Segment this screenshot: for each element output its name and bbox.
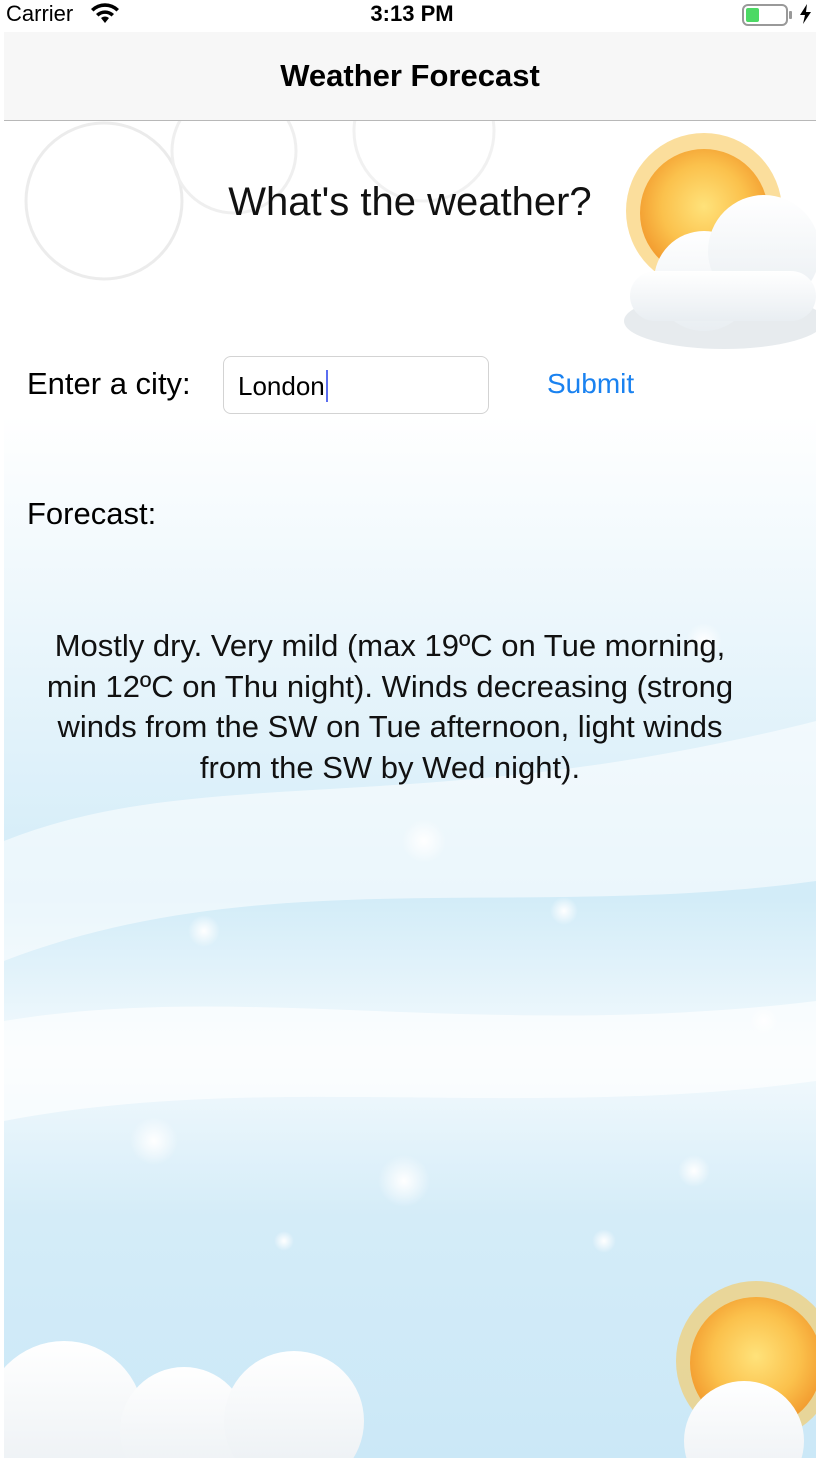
status-time: 3:13 PM [370,1,454,26]
city-input[interactable]: London [223,356,489,414]
background-art [4,121,816,1458]
status-bar: Carrier 3:13 PM [0,0,824,28]
submit-button[interactable]: Submit [547,368,634,400]
city-label: Enter a city: [27,366,191,401]
forecast-text: Mostly dry. Very mild (max 19ºC on Tue m… [46,628,734,785]
charging-bolt-icon [800,4,811,24]
navigation-bar: Weather Forecast [4,32,816,121]
battery-icon [742,4,792,26]
wave-band-2 [4,1001,816,1121]
page-heading: What's the weather? [228,180,592,224]
nav-title: Weather Forecast [280,58,540,93]
text-cursor [325,370,328,402]
weather-background [4,121,816,1458]
city-input-text[interactable]: London [238,370,328,402]
forecast-label: Forecast: [27,496,157,531]
